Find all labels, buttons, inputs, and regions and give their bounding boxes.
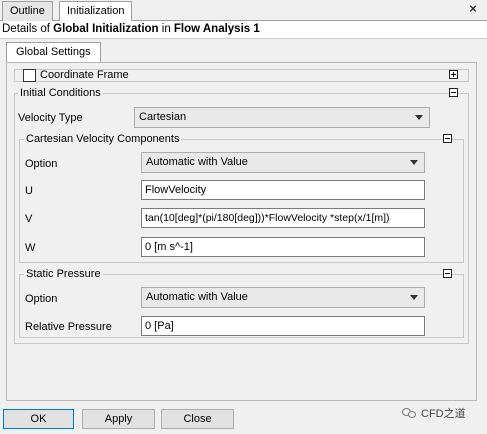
watermark-text: CFD之道 xyxy=(421,408,466,420)
velocity-type-value: Cartesian xyxy=(139,111,187,123)
settings-panel: Coordinate Frame Initial Conditions Velo… xyxy=(6,62,477,401)
coordinate-frame-label: Coordinate Frame xyxy=(40,69,129,81)
pressure-option-label: Option xyxy=(25,293,58,305)
tab-outline[interactable]: Outline xyxy=(2,1,53,21)
close-button[interactable]: Close xyxy=(161,409,234,429)
v-input[interactable]: tan(10[deg]*(pi/180[deg]))*FlowVelocity … xyxy=(141,208,425,228)
velocity-option-select[interactable]: Automatic with Value xyxy=(141,152,425,173)
pressure-option-value: Automatic with Value xyxy=(146,291,248,303)
static-pressure-collapse-icon[interactable] xyxy=(443,269,452,278)
watermark: CFD之道 xyxy=(402,405,466,423)
ok-button[interactable]: OK xyxy=(3,409,74,429)
top-tab-strip: Outline Initialization × xyxy=(0,0,487,22)
wechat-icon xyxy=(402,407,418,419)
tab-initialization[interactable]: Initialization xyxy=(59,1,133,22)
details-object-name: Global Initialization xyxy=(53,23,159,35)
details-prefix: Details of xyxy=(2,23,54,35)
pressure-option-select[interactable]: Automatic with Value xyxy=(141,287,425,308)
details-title: Details of Global Initialization in Flow… xyxy=(0,21,487,39)
initial-conditions-label: Initial Conditions xyxy=(18,87,103,100)
coordinate-frame-checkbox[interactable] xyxy=(23,69,36,82)
chevron-down-icon xyxy=(410,295,418,300)
relative-pressure-input[interactable]: 0 [Pa] xyxy=(141,316,425,336)
relative-pressure-label: Relative Pressure xyxy=(25,321,112,333)
chevron-down-icon xyxy=(415,115,423,120)
details-middle: in xyxy=(158,23,174,35)
velocity-option-value: Automatic with Value xyxy=(146,156,248,168)
w-input[interactable]: 0 [m s^-1] xyxy=(141,237,425,257)
u-input[interactable]: FlowVelocity xyxy=(141,180,425,200)
u-label: U xyxy=(25,185,33,197)
velocity-option-label: Option xyxy=(25,158,58,170)
chevron-down-icon xyxy=(410,160,418,165)
velocity-type-select[interactable]: Cartesian xyxy=(134,107,430,128)
details-analysis-name: Flow Analysis 1 xyxy=(173,23,260,35)
w-label: W xyxy=(25,242,36,254)
sub-tab-strip: Global Settings xyxy=(0,39,487,63)
apply-button[interactable]: Apply xyxy=(82,409,155,429)
velocity-type-label: Velocity Type xyxy=(18,112,83,124)
cartesian-velocity-collapse-icon[interactable] xyxy=(443,134,452,143)
static-pressure-label: Static Pressure xyxy=(24,268,103,281)
close-icon[interactable]: × xyxy=(466,2,480,16)
initial-conditions-collapse-icon[interactable] xyxy=(449,88,458,97)
tab-global-settings[interactable]: Global Settings xyxy=(6,42,101,63)
v-label: V xyxy=(25,213,33,225)
coordinate-frame-expand-icon[interactable] xyxy=(449,70,458,79)
cartesian-velocity-label: Cartesian Velocity Components xyxy=(24,133,182,146)
